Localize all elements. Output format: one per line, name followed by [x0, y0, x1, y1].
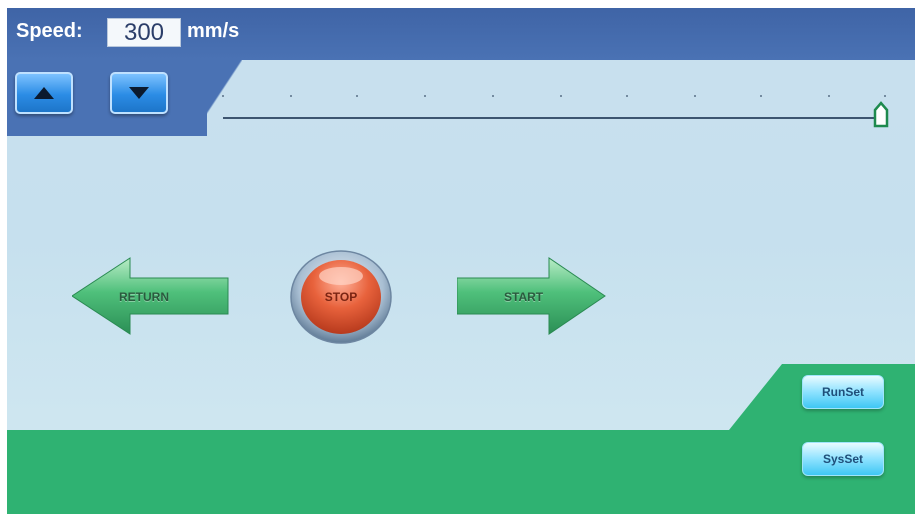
green-base-band: [7, 430, 915, 514]
return-label: RETURN: [119, 290, 169, 304]
start-label: START: [504, 290, 544, 304]
stop-label: STOP: [324, 290, 358, 304]
sysset-button[interactable]: SysSet: [802, 442, 884, 476]
runset-button[interactable]: RunSet: [802, 375, 884, 409]
hmi-screen: Speed: 300 mm/s RETURN STOP START RunSet…: [7, 8, 915, 514]
